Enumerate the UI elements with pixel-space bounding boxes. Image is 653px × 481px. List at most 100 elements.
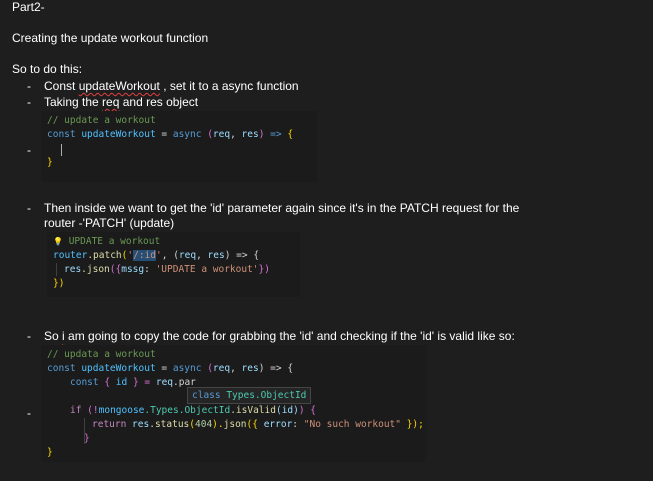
bullet-dash: -: [27, 406, 31, 420]
code1-brace-close: }: [47, 157, 53, 168]
code3-json: json: [223, 419, 247, 430]
bullet-2-post: and res object: [119, 95, 199, 109]
code2-json-open: ({: [109, 264, 122, 275]
code3-res: res: [241, 363, 259, 374]
code1-comment: // update a workout: [47, 115, 156, 126]
bullet-4-line-1: Then inside we want to get the 'id' para…: [44, 201, 520, 215]
code1-pclose: ): [258, 129, 271, 140]
bullet-dash: -: [27, 329, 31, 343]
code2-close: }): [53, 278, 65, 289]
code3-line-1: const updateWorkout = async (req, res) =…: [47, 362, 293, 375]
code3-l2-id: id: [115, 377, 128, 388]
code3-types: .Types.: [144, 405, 185, 416]
code1-brace-open: {: [281, 129, 294, 140]
code1-async: async: [172, 129, 202, 140]
code1-const: const: [47, 129, 76, 140]
code-block-1: // update a workout const updateWorkout …: [41, 111, 317, 182]
bullet-dash: -: [27, 79, 31, 93]
type-hint-tooltip: class Types.ObjectId: [187, 387, 312, 404]
bullet-6: So i am going to copy the code for grabb…: [44, 329, 515, 344]
code3-if: if: [70, 405, 82, 416]
bullet-4-line-2: router -'PATCH' (update): [44, 216, 175, 230]
code3-name: updateWorkout: [75, 363, 156, 374]
code3-line-5: }: [84, 433, 90, 444]
bullet-2-pre: Taking the: [44, 95, 103, 109]
code2-colon: :: [144, 264, 156, 275]
code3-isvalid: .isValid: [230, 405, 276, 416]
code1-eq: =: [155, 129, 173, 140]
text-cursor: [61, 144, 62, 156]
heading: Creating the update workout function: [12, 31, 209, 45]
code3-l2-destr: {: [98, 377, 116, 388]
code3-colon: :: [292, 419, 304, 430]
code3-line-2: const { id } = req.par: [70, 376, 196, 389]
code2-comment: UPDATE a workout: [62, 236, 161, 247]
code1-req: req: [212, 129, 231, 140]
code3-async: async: [172, 363, 202, 374]
lightbulb-icon[interactable]: 💡: [53, 237, 63, 246]
code1-res: res: [241, 129, 259, 140]
code3-objectid: ObjectId: [184, 405, 231, 416]
code3-404: 404: [195, 419, 213, 430]
code1-arrow: =>: [270, 129, 282, 140]
bullet-dash: -: [27, 143, 31, 157]
code3-mongoose: mongoose: [98, 405, 145, 416]
code-block-2: 💡 UPDATE a workout router.patch('/:id', …: [47, 232, 300, 297]
code2-msg-str: 'UPDATE a workout': [155, 264, 259, 275]
code3-err-str: "No such workout": [303, 419, 401, 430]
code3-l2-req: req: [155, 377, 174, 388]
code1-popen: (: [201, 129, 213, 140]
code3-if-close: ) {: [298, 405, 317, 416]
code3-num-close: ).: [212, 419, 224, 430]
bullet-dash: -: [27, 201, 31, 215]
code-block-3: // updata a workout const updateWorkout …: [41, 345, 426, 462]
code3-line-6: }: [47, 447, 53, 458]
bullet-2-misspelled: req: [102, 95, 120, 109]
bullet-1-pre: Const: [44, 79, 79, 93]
code3-l3-id: (id): [275, 405, 299, 416]
code3-obj-open: ({: [246, 419, 264, 430]
code2-comma: , (: [161, 250, 179, 261]
code3-popen: (: [201, 363, 213, 374]
code2-path-selected: /:id: [133, 250, 157, 261]
bullet-1-misspelled: updateWorkout: [78, 79, 160, 93]
code2-json: .json: [81, 264, 110, 275]
bullet-6-pre: So: [44, 329, 63, 343]
code2-res: res: [207, 250, 225, 261]
indent-guide: [56, 263, 57, 276]
code2-arrow: ) => {: [224, 250, 260, 261]
code3-error: error: [263, 419, 293, 430]
code1-comma: ,: [230, 129, 242, 140]
bullet-1-post: , set it to a async function: [159, 79, 299, 93]
bullet-dash: -: [27, 95, 31, 109]
code3-line-3: if (!mongoose.Types.ObjectId.isValid(id)…: [70, 404, 316, 417]
code1-name: updateWorkout: [75, 129, 156, 140]
code3-l2-const: const: [70, 377, 99, 388]
tooltip-kw: class: [192, 390, 221, 401]
bullet-2: Taking the req and res object: [44, 95, 198, 110]
code2-req: req: [178, 250, 197, 261]
code3-if-open: (!: [81, 405, 99, 416]
code2-res2: res: [64, 264, 82, 275]
code3-pclose: ) => {: [258, 363, 294, 374]
code3-return: return: [92, 419, 127, 430]
code3-line-4: return res.status(404).json({ error: "No…: [92, 418, 424, 431]
code3-eq: =: [155, 363, 173, 374]
code3-status: .status: [149, 419, 190, 430]
code2-comma2: ,: [196, 250, 208, 261]
code2-patch: .patch: [87, 250, 122, 261]
code2-comment-line: 💡 UPDATE a workout: [53, 235, 160, 248]
code2-router: router: [53, 250, 88, 261]
code3-comment: // updata a workout: [47, 349, 156, 360]
code3-l4-res: res: [126, 419, 150, 430]
code2-line-1: router.patch('/:id', (req, res) => {: [53, 249, 259, 262]
code3-const: const: [47, 363, 76, 374]
bullet-6-post: am going to copy the code for grabbing t…: [64, 329, 515, 343]
code3-obj-end: });: [400, 419, 424, 430]
code2-json-close: }): [258, 264, 270, 275]
code1-line-1: const updateWorkout = async (req, res) =…: [47, 128, 293, 141]
code3-req: req: [212, 363, 231, 374]
code2-mssg: mssg: [121, 264, 145, 275]
intro-text: So to do this:: [12, 62, 83, 76]
code2-line-2: res.json({mssg: 'UPDATE a workout'}): [64, 263, 270, 276]
